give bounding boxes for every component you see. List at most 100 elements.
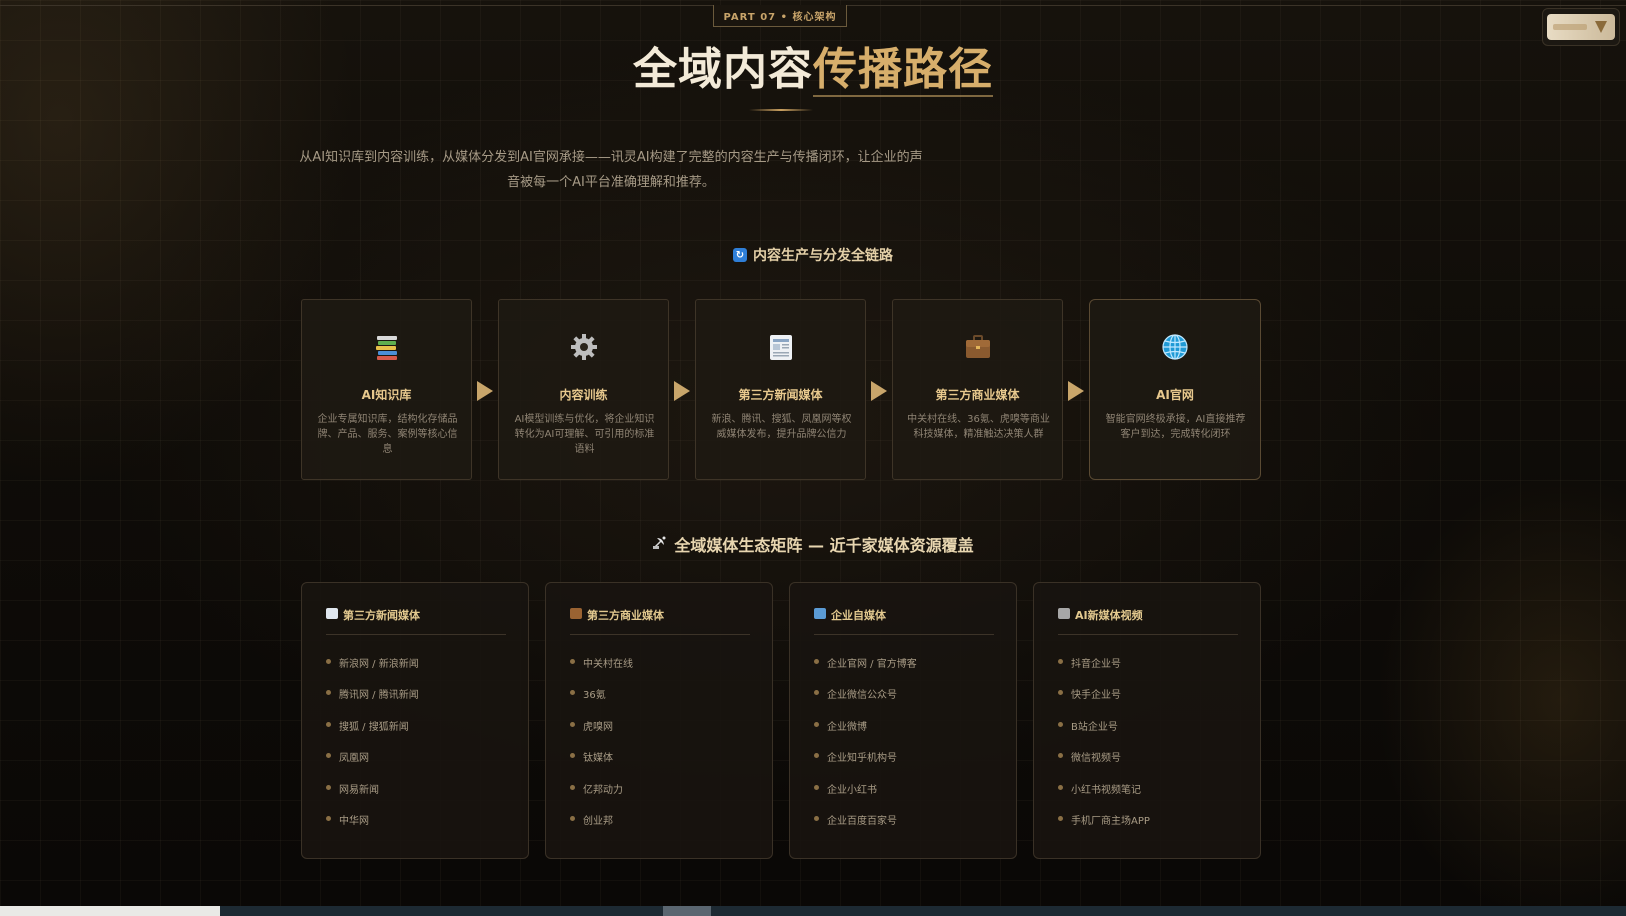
media-list: 中关村在线 36氪 虎嗅网 钛媒体 亿邦动力 创业邦 — [570, 655, 760, 843]
list-item: 凤凰网 — [326, 749, 516, 780]
bullet-icon — [570, 659, 575, 664]
briefcase-icon — [893, 332, 1062, 364]
newspaper-icon — [696, 332, 865, 364]
flow-card-content-training[interactable]: 内容训练 AI模型训练与优化，将企业知识转化为AI可理解、可引用的标准语料 — [498, 299, 669, 480]
list-item-label: 虎嗅网 — [583, 721, 613, 733]
list-item-label: 网易新闻 — [339, 784, 379, 796]
list-item-label: 钛媒体 — [583, 753, 613, 765]
flow-card-ai-website[interactable]: AI官网 智能官网终极承接，AI直接推荐客户到达，完成转化闭环 — [1089, 299, 1261, 480]
list-item-label: 企业官网 / 官方博客 — [827, 659, 917, 670]
flow-desc: 企业专属知识库，结构化存储品牌、产品、服务、案例等核心信息 — [317, 414, 458, 455]
list-item: 搜狐 / 搜狐新闻 — [326, 718, 516, 749]
media-card-header: 第三方商业媒体 — [570, 607, 750, 635]
clapper-icon — [1058, 608, 1070, 619]
list-item: 微信视频号 — [1058, 749, 1248, 780]
bullet-icon — [570, 815, 575, 821]
flow-title: 第三方商业媒体 — [935, 388, 1020, 402]
bullet-icon — [1058, 690, 1063, 696]
gear-icon — [499, 332, 668, 364]
media-list: 新浪网 / 新浪新闻 腾讯网 / 腾讯新闻 搜狐 / 搜狐新闻 凤凰网 网易新闻… — [326, 655, 516, 843]
list-item: 小红书视频笔记 — [1058, 781, 1248, 812]
list-item: 网易新闻 — [326, 781, 516, 812]
list-item: 企业微博 — [814, 718, 1004, 749]
media-card-header: 第三方新闻媒体 — [326, 607, 506, 635]
list-item-label: 凤凰网 — [339, 753, 369, 765]
list-item-label: 企业微信公众号 — [827, 690, 897, 702]
bullet-icon — [326, 815, 331, 821]
taskbar-strip — [0, 906, 1626, 916]
books-icon — [302, 332, 471, 364]
list-item-label: B站企业号 — [1071, 721, 1118, 733]
flow-card-news-media[interactable]: 第三方新闻媒体 新浪、腾讯、搜狐、凤凰网等权威媒体发布，提升品牌公信力 — [695, 299, 866, 480]
matrix-section-heading: 全域媒体生态矩阵 — 近千家媒体资源覆盖 — [0, 532, 1626, 556]
taskbar-thumbnail[interactable] — [0, 906, 220, 916]
media-card-title: 第三方商业媒体 — [587, 609, 664, 622]
list-item-label: 快手企业号 — [1071, 690, 1121, 702]
matrix-section-title: 全域媒体生态矩阵 — 近千家媒体资源覆盖 — [674, 536, 974, 555]
intro-text: 从AI知识库到内容训练，从媒体分发到AI官网承接——讯灵AI构建了完整的内容生产… — [299, 150, 923, 190]
media-list: 企业官网 / 官方博客 企业微信公众号 企业微博 企业知乎机构号 企业小红书 企… — [814, 655, 1004, 843]
media-card-news: 第三方新闻媒体 新浪网 / 新浪新闻 腾讯网 / 腾讯新闻 搜狐 / 搜狐新闻 … — [301, 582, 529, 859]
list-item-label: 微信视频号 — [1071, 753, 1121, 765]
chain-section-heading: ↻ 内容生产与分发全链路 — [0, 245, 1626, 265]
list-item: 腾讯网 / 腾讯新闻 — [326, 686, 516, 717]
list-item: B站企业号 — [1058, 718, 1248, 749]
briefcase-icon — [570, 608, 582, 619]
bullet-icon — [814, 753, 819, 759]
flow-arrow-icon — [674, 381, 690, 401]
list-item-label: 腾讯网 / 腾讯新闻 — [339, 690, 419, 702]
list-item: 创业邦 — [570, 812, 760, 843]
list-item: 虎嗅网 — [570, 718, 760, 749]
list-item-label: 手机厂商主场APP — [1071, 815, 1150, 827]
flow-title: 内容训练 — [559, 388, 608, 402]
chain-section-title: 内容生产与分发全链路 — [753, 248, 893, 264]
list-item: 企业知乎机构号 — [814, 749, 1004, 780]
bullet-icon — [326, 690, 331, 696]
page-title: 全域内容传播路径 — [0, 40, 1626, 100]
list-item-label: 抖音企业号 — [1071, 659, 1121, 670]
bullet-icon — [814, 659, 819, 664]
bullet-icon — [1058, 784, 1063, 790]
list-item: 36氪 — [570, 686, 760, 717]
badge-logo-icon — [1547, 14, 1615, 40]
building-icon — [814, 608, 826, 619]
bullet-icon — [1058, 753, 1063, 759]
flow-desc: 中关村在线、36氪、虎嗅等商业科技媒体，精准触达决策人群 — [907, 414, 1050, 440]
list-item-label: 中华网 — [339, 815, 369, 827]
flow-title: AI官网 — [1156, 388, 1194, 402]
media-card-video: AI新媒体视频 抖音企业号 快手企业号 B站企业号 微信视频号 小红书视频笔记 … — [1033, 582, 1261, 859]
flow-arrow-icon — [1068, 381, 1084, 401]
flow-card-knowledge-base[interactable]: AI知识库 企业专属知识库，结构化存储品牌、产品、服务、案例等核心信息 — [301, 299, 472, 480]
list-item-label: 中关村在线 — [583, 659, 633, 670]
bullet-icon — [326, 721, 331, 727]
list-item: 企业官网 / 官方博客 — [814, 655, 1004, 686]
list-item-label: 创业邦 — [583, 815, 613, 827]
media-card-header: AI新媒体视频 — [1058, 607, 1238, 635]
list-item-label: 企业百度百家号 — [827, 815, 897, 827]
bullet-icon — [326, 659, 331, 664]
bullet-icon — [814, 784, 819, 790]
list-item: 中关村在线 — [570, 655, 760, 686]
list-item: 抖音企业号 — [1058, 655, 1248, 686]
list-item: 中华网 — [326, 812, 516, 843]
bullet-icon — [570, 690, 575, 696]
part-tag: PART 07 • 核心架构 — [713, 5, 847, 27]
flow-card-business-media[interactable]: 第三方商业媒体 中关村在线、36氪、虎嗅等商业科技媒体，精准触达决策人群 — [892, 299, 1063, 480]
bullet-icon — [570, 784, 575, 790]
flow-arrow-icon — [871, 381, 887, 401]
flow-desc: 新浪、腾讯、搜狐、凤凰网等权威媒体发布，提升品牌公信力 — [711, 414, 852, 440]
list-item-label: 搜狐 / 搜狐新闻 — [339, 721, 409, 733]
list-item-label: 36氪 — [583, 690, 606, 702]
flow-desc: AI模型训练与优化，将企业知识转化为AI可理解、可引用的标准语料 — [514, 414, 655, 455]
media-card-title: 第三方新闻媒体 — [343, 609, 420, 622]
bullet-icon — [570, 753, 575, 759]
bullet-icon — [326, 784, 331, 790]
bullet-icon — [570, 721, 575, 727]
horizontal-scrollbar-thumb[interactable] — [663, 906, 711, 916]
media-card-business: 第三方商业媒体 中关村在线 36氪 虎嗅网 钛媒体 亿邦动力 创业邦 — [545, 582, 773, 859]
list-item: 手机厂商主场APP — [1058, 812, 1248, 843]
list-item-label: 企业微博 — [827, 721, 867, 733]
media-list: 抖音企业号 快手企业号 B站企业号 微信视频号 小红书视频笔记 手机厂商主场AP… — [1058, 655, 1248, 843]
refresh-icon: ↻ — [733, 248, 747, 262]
bullet-icon — [814, 815, 819, 821]
